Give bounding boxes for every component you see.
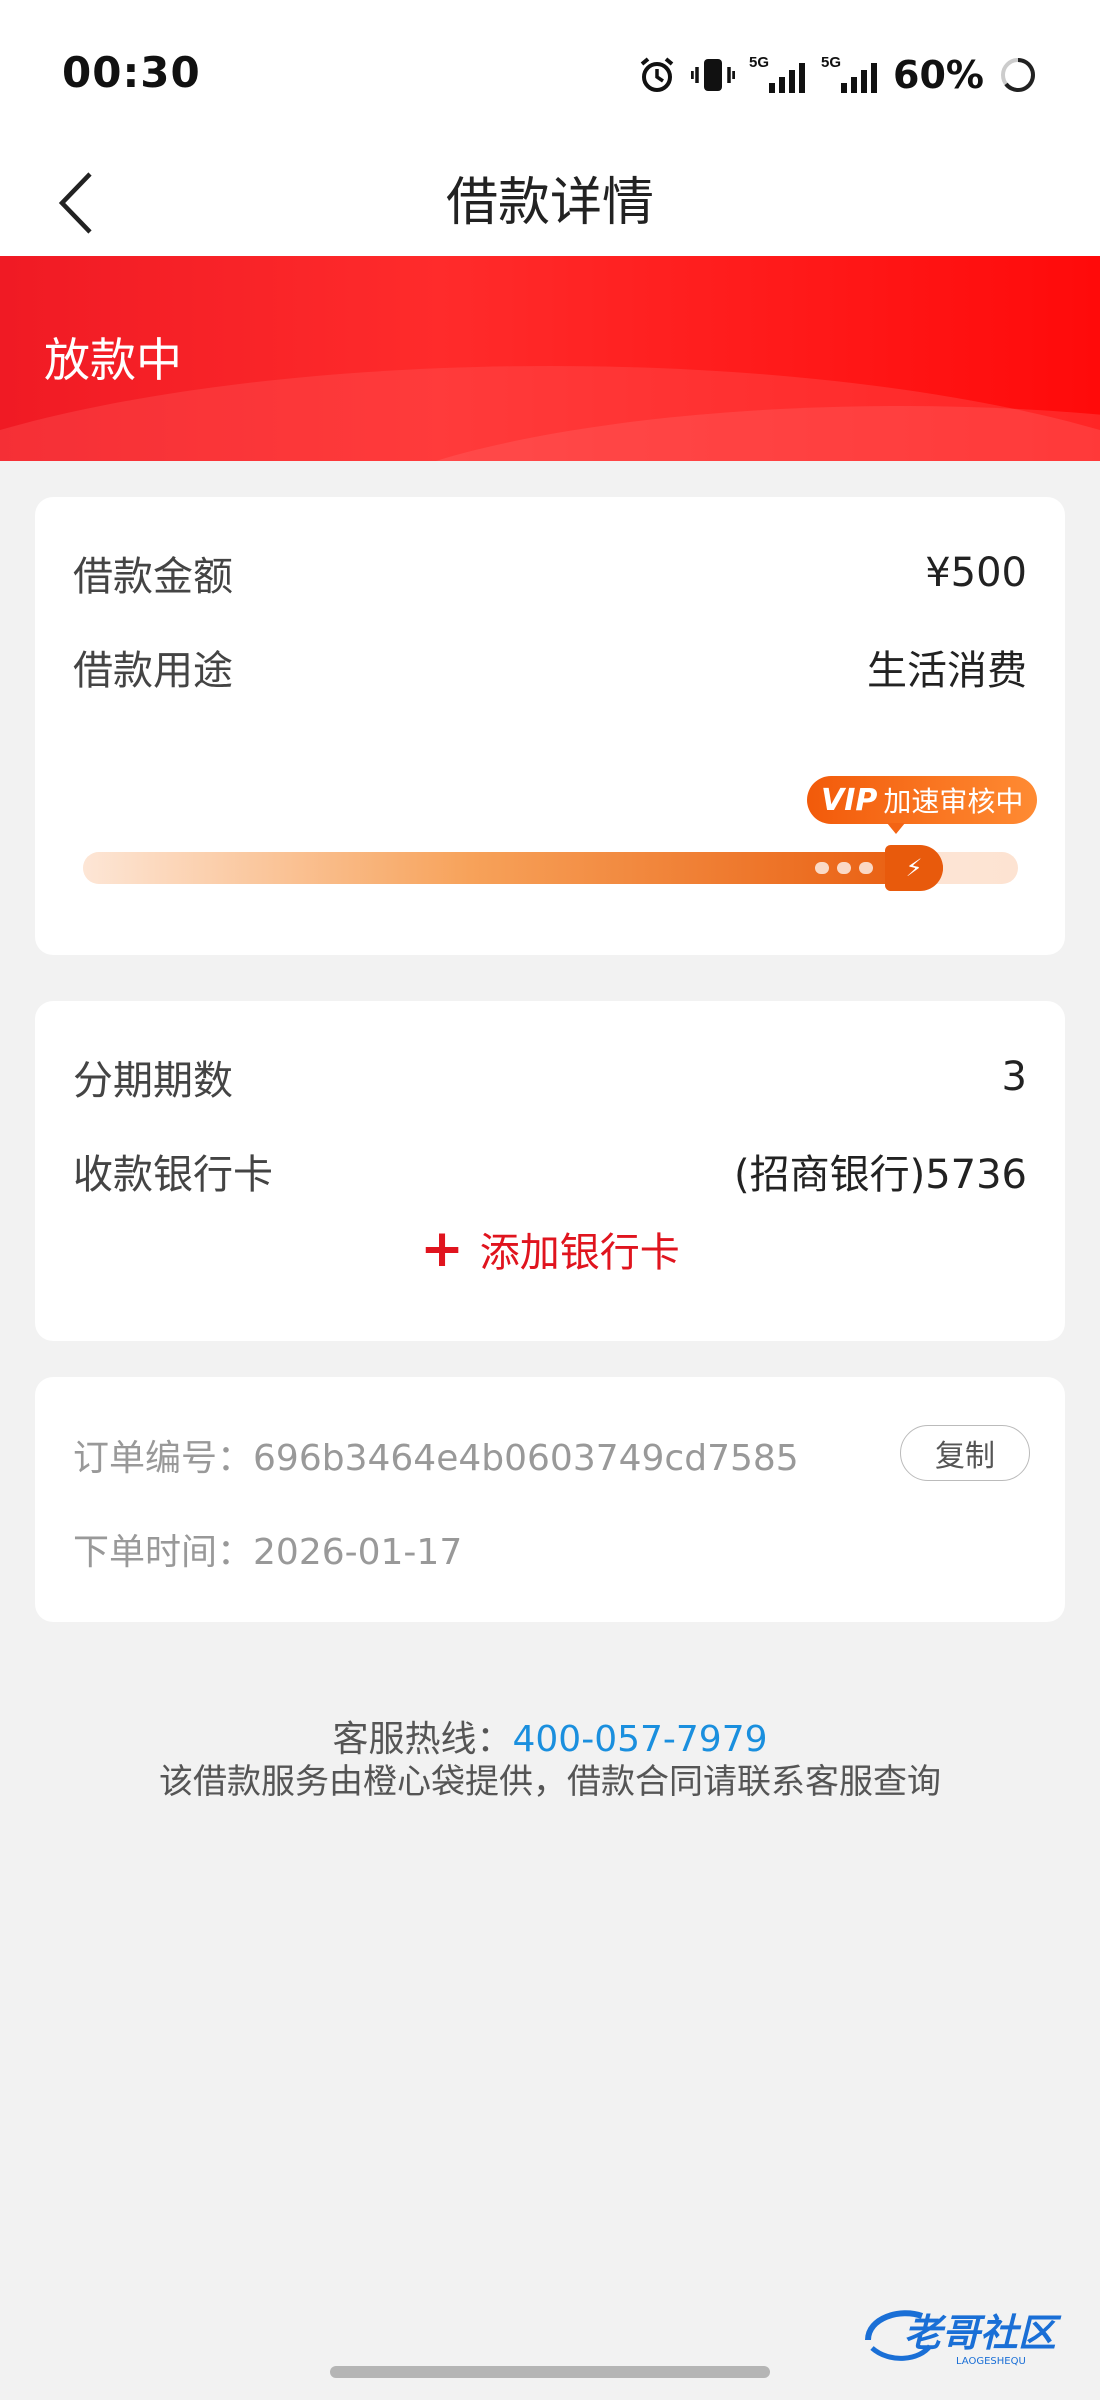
alarm-icon bbox=[637, 55, 677, 95]
bank-info-card: 分期期数 3 收款银行卡 (招商银行)5736 + 添加银行卡 bbox=[35, 1001, 1065, 1341]
purpose-value: 生活消费 bbox=[867, 648, 1027, 694]
order-time-label: 下单时间： bbox=[73, 1532, 254, 1573]
copy-button[interactable]: 复制 bbox=[900, 1425, 1030, 1481]
back-button[interactable] bbox=[36, 150, 116, 256]
lightning-icon: ⚡ bbox=[885, 845, 943, 891]
order-number: 订单编号：696b3464e4b0603749cd7585 bbox=[73, 1429, 799, 1481]
loan-info-card: 借款金额 ¥500 借款用途 生活消费 VIP 加速审核中 ⚡ bbox=[35, 497, 1065, 955]
signal-5g-icon-2: 5G bbox=[821, 53, 879, 97]
watermark-text: 老哥社区 bbox=[904, 2311, 1062, 2355]
add-bank-card-button[interactable]: + 添加银行卡 bbox=[35, 1219, 1065, 1279]
order-number-value: 696b3464e4b0603749cd7585 bbox=[253, 1438, 799, 1479]
home-indicator[interactable] bbox=[330, 2366, 770, 2378]
vibrate-icon bbox=[691, 55, 736, 95]
progress-fill bbox=[83, 852, 943, 884]
bank-card-row[interactable]: 收款银行卡 (招商银行)5736 bbox=[73, 1141, 1027, 1201]
add-bank-card-label: 添加银行卡 bbox=[479, 1230, 680, 1276]
amount-row: 借款金额 ¥500 bbox=[73, 543, 1027, 603]
order-info-card: 订单编号：696b3464e4b0603749cd7585 复制 下单时间：20… bbox=[35, 1377, 1065, 1622]
service-notice: 该借款服务由橙心袋提供，借款合同请联系客服查询 bbox=[159, 1762, 941, 1802]
loan-status: 放款中 bbox=[44, 333, 182, 387]
network-label-1: 5G bbox=[749, 54, 769, 71]
status-icons: 5G 5G 60% bbox=[637, 50, 1038, 100]
status-bar: 00:30 5G 5G 60% bbox=[0, 0, 1100, 150]
installments-row: 分期期数 3 bbox=[73, 1047, 1027, 1107]
amount-value: ¥500 bbox=[925, 550, 1027, 596]
purpose-label: 借款用途 bbox=[73, 648, 233, 694]
order-number-label: 订单编号： bbox=[73, 1438, 254, 1479]
nav-bar: 借款详情 bbox=[0, 150, 1100, 256]
page-title: 借款详情 bbox=[445, 173, 654, 233]
installments-label: 分期期数 bbox=[73, 1058, 233, 1104]
vip-mark: VIP bbox=[821, 782, 878, 818]
bank-card-value: (招商银行)5736 bbox=[733, 1152, 1027, 1198]
community-watermark-logo: 老哥社区 LAOGESHEQU bbox=[860, 2300, 1090, 2370]
installments-value: 3 bbox=[1001, 1054, 1027, 1100]
amount-label: 借款金额 bbox=[73, 554, 233, 600]
status-time: 00:30 bbox=[62, 48, 201, 97]
bank-card-label: 收款银行卡 bbox=[73, 1152, 273, 1198]
review-progress-bar: ⚡ bbox=[83, 845, 1018, 891]
chevron-left-icon bbox=[58, 172, 92, 234]
vip-badge-text: 加速审核中 bbox=[883, 785, 1024, 818]
status-banner: 放款中 bbox=[0, 256, 1100, 461]
purpose-row: 借款用途 生活消费 bbox=[73, 637, 1027, 697]
battery-percent: 60% bbox=[893, 53, 984, 97]
order-time: 下单时间：2026-01-17 bbox=[73, 1523, 462, 1575]
order-time-value: 2026-01-17 bbox=[253, 1532, 463, 1573]
signal-5g-icon: 5G bbox=[749, 53, 807, 97]
vip-review-badge: VIP 加速审核中 bbox=[807, 776, 1038, 834]
progress-dots bbox=[815, 862, 873, 874]
network-label-2: 5G bbox=[821, 54, 841, 71]
watermark-subtext: LAOGESHEQU bbox=[956, 2356, 1026, 2367]
plus-icon: + bbox=[420, 1219, 464, 1279]
battery-ring-icon bbox=[998, 55, 1038, 95]
